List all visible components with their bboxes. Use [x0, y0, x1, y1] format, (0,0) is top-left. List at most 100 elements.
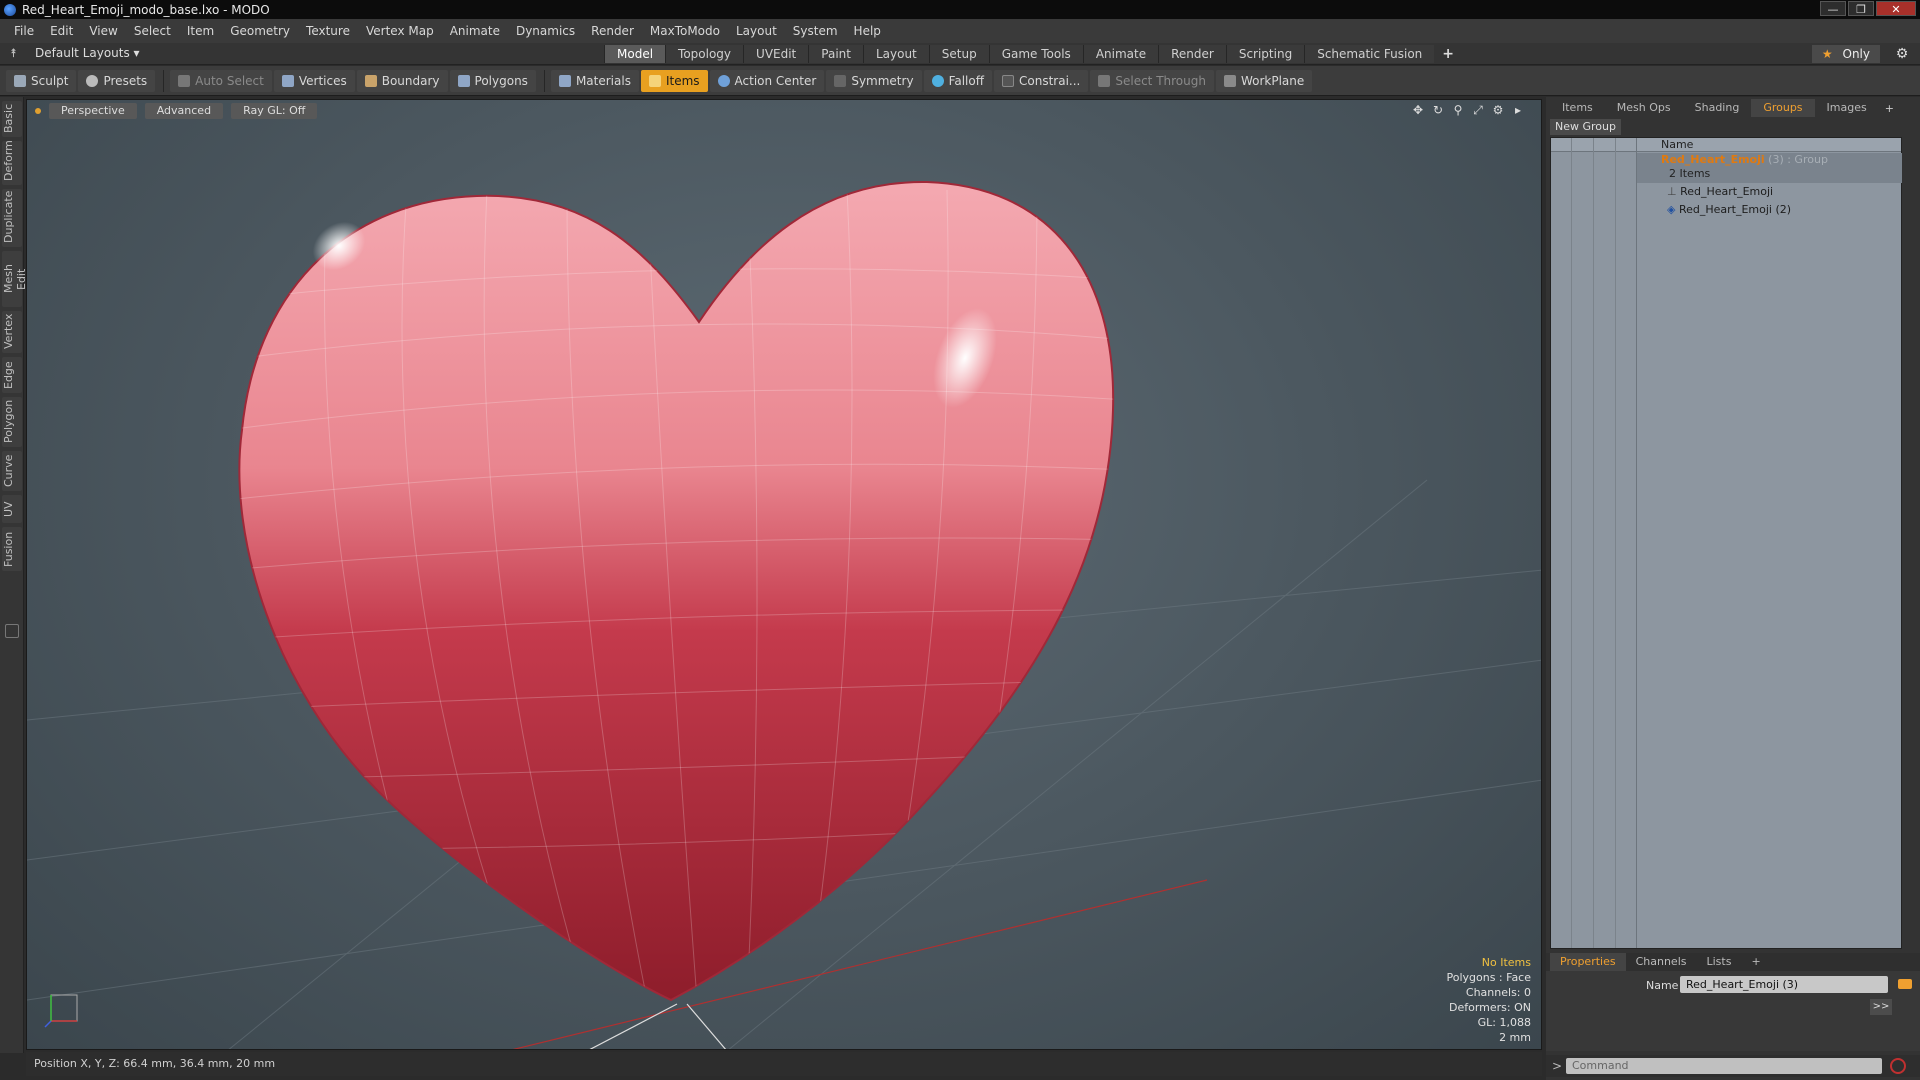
minimize-button[interactable]: —: [1820, 1, 1846, 16]
tab-channels[interactable]: Channels: [1626, 953, 1697, 971]
menu-system[interactable]: System: [785, 24, 846, 38]
group-row[interactable]: Red_Heart_Emoji (3) : Group 2 Items: [1637, 153, 1902, 183]
groups-list[interactable]: Name Red_Heart_Emoji (3) : Group 2 Items…: [1550, 137, 1902, 949]
materials-button[interactable]: Materials: [550, 69, 639, 92]
menu-animate[interactable]: Animate: [442, 24, 508, 38]
presets-button[interactable]: Presets: [78, 69, 156, 92]
name-field[interactable]: Red_Heart_Emoji (3): [1680, 976, 1888, 993]
tab-render[interactable]: Render: [1158, 45, 1226, 63]
tag-icon[interactable]: [1898, 979, 1912, 989]
menu-item[interactable]: Item: [179, 24, 222, 38]
viewport-settings-icon[interactable]: ⚙: [1491, 103, 1505, 118]
layout-dropdown[interactable]: ⯭ Default Layouts ▾: [10, 46, 140, 61]
tab-scripting[interactable]: Scripting: [1225, 45, 1305, 63]
maximize-button[interactable]: ❐: [1848, 1, 1874, 16]
constrain-button[interactable]: Constrai...: [994, 69, 1089, 92]
add-tab-icon[interactable]: +: [1741, 953, 1770, 971]
gear-icon[interactable]: ⚙: [1892, 45, 1912, 63]
falloff-button[interactable]: Falloff: [923, 69, 992, 92]
symmetry-label: Symmetry: [851, 73, 914, 88]
list-item[interactable]: ⊥ Red_Heart_Emoji: [1637, 184, 1902, 200]
sculpt-button[interactable]: Sculpt: [6, 69, 77, 92]
vertices-button[interactable]: Vertices: [273, 69, 355, 92]
auto-select-button[interactable]: Auto Select: [170, 69, 272, 92]
tab-animate[interactable]: Animate: [1082, 45, 1159, 63]
menu-select[interactable]: Select: [126, 24, 179, 38]
list-item[interactable]: ◈ Red_Heart_Emoji (2): [1637, 202, 1902, 218]
tab-layout[interactable]: Layout: [862, 45, 929, 63]
command-input[interactable]: Command: [1566, 1058, 1882, 1074]
vtab-basic[interactable]: Basic: [2, 101, 22, 137]
viewport-menu-icon[interactable]: [35, 108, 41, 114]
pan-icon[interactable]: ✥: [1411, 103, 1425, 118]
title-bar: Red_Heart_Emoji_modo_base.lxo - MODO — ❐…: [0, 0, 1920, 19]
symmetry-button[interactable]: Symmetry: [826, 69, 922, 92]
view-mode-dropdown[interactable]: Perspective: [49, 103, 137, 119]
heart-mesh[interactable]: [27, 100, 1542, 1050]
vtab-deform[interactable]: Deform: [2, 140, 22, 185]
only-button[interactable]: ★ Only: [1811, 45, 1880, 63]
properties-panel: Name Red_Heart_Emoji (3) >>: [1546, 971, 1920, 1051]
select-through-button[interactable]: Select Through: [1090, 69, 1214, 92]
action-center-button[interactable]: Action Center: [709, 69, 825, 92]
vtab-vertex[interactable]: Vertex: [2, 311, 22, 353]
boundary-button[interactable]: Boundary: [356, 69, 448, 92]
tab-game-tools[interactable]: Game Tools: [988, 45, 1083, 63]
tab-images[interactable]: Images: [1815, 99, 1879, 117]
action-center-icon: [717, 74, 730, 87]
raygl-toggle[interactable]: Ray GL: Off: [231, 103, 318, 119]
add-tab-icon[interactable]: +: [1879, 102, 1900, 115]
materials-label: Materials: [575, 73, 631, 88]
zoom-icon[interactable]: ⚲: [1451, 103, 1465, 118]
info-unit: 2 mm: [1499, 1031, 1531, 1044]
column-name-header[interactable]: Name: [1661, 138, 1693, 152]
new-group-button[interactable]: New Group: [1550, 119, 1621, 135]
close-button[interactable]: ✕: [1876, 1, 1916, 16]
shading-dropdown[interactable]: Advanced: [144, 103, 224, 119]
menu-geometry[interactable]: Geometry: [222, 24, 298, 38]
maximize-viewport-icon[interactable]: ⤢: [1471, 103, 1485, 118]
tab-lists[interactable]: Lists: [1697, 953, 1742, 971]
vtab-curve[interactable]: Curve: [2, 451, 22, 491]
menu-view[interactable]: View: [81, 24, 125, 38]
3d-viewport[interactable]: Perspective Advanced Ray GL: Off ✥ ↻ ⚲ ⤢…: [26, 99, 1542, 1050]
tab-setup[interactable]: Setup: [928, 45, 989, 63]
tab-items[interactable]: Items: [1550, 99, 1605, 117]
tool-palette-icon[interactable]: [5, 624, 19, 638]
tab-topology[interactable]: Topology: [665, 45, 744, 63]
vtab-edge[interactable]: Edge: [2, 357, 22, 393]
more-button[interactable]: >>: [1870, 999, 1892, 1015]
menu-file[interactable]: File: [6, 24, 42, 38]
menu-edit[interactable]: Edit: [42, 24, 81, 38]
tab-model[interactable]: Model: [604, 45, 666, 63]
items-button[interactable]: Items: [640, 69, 708, 92]
tool-bar: Sculpt Presets Auto Select Vertices Boun…: [0, 66, 1920, 96]
tab-paint[interactable]: Paint: [808, 45, 863, 63]
viewport-expand-icon[interactable]: ▸: [1511, 103, 1525, 118]
vtab-mesh-edit[interactable]: Mesh Edit: [2, 251, 28, 307]
command-history-icon[interactable]: [1890, 1058, 1906, 1074]
tab-mesh-ops[interactable]: Mesh Ops: [1605, 99, 1683, 117]
tab-groups[interactable]: Groups: [1751, 99, 1815, 117]
vtab-fusion[interactable]: Fusion: [2, 527, 22, 571]
tab-properties[interactable]: Properties: [1550, 953, 1626, 971]
tab-uvedit[interactable]: UVEdit: [743, 45, 809, 63]
vtab-duplicate[interactable]: Duplicate: [2, 189, 22, 247]
add-tab-button[interactable]: +: [1434, 45, 1462, 63]
rotate-icon[interactable]: ↻: [1431, 103, 1445, 118]
menu-maxtomodo[interactable]: MaxToModo: [642, 24, 728, 38]
polygons-button[interactable]: Polygons: [449, 69, 536, 92]
tab-shading[interactable]: Shading: [1683, 99, 1752, 117]
tab-schematic-fusion[interactable]: Schematic Fusion: [1304, 45, 1435, 63]
menu-layout[interactable]: Layout: [728, 24, 785, 38]
menu-dynamics[interactable]: Dynamics: [508, 24, 583, 38]
menu-render[interactable]: Render: [583, 24, 642, 38]
vtab-uv[interactable]: UV: [2, 495, 22, 523]
menu-texture[interactable]: Texture: [298, 24, 358, 38]
collapse-arrow-icon[interactable]: ⯭: [10, 46, 17, 60]
vtab-polygon[interactable]: Polygon: [2, 397, 22, 447]
menu-help[interactable]: Help: [846, 24, 889, 38]
menu-vertex-map[interactable]: Vertex Map: [358, 24, 442, 38]
workplane-button[interactable]: WorkPlane: [1215, 69, 1313, 92]
name-label: Name: [1646, 979, 1679, 992]
